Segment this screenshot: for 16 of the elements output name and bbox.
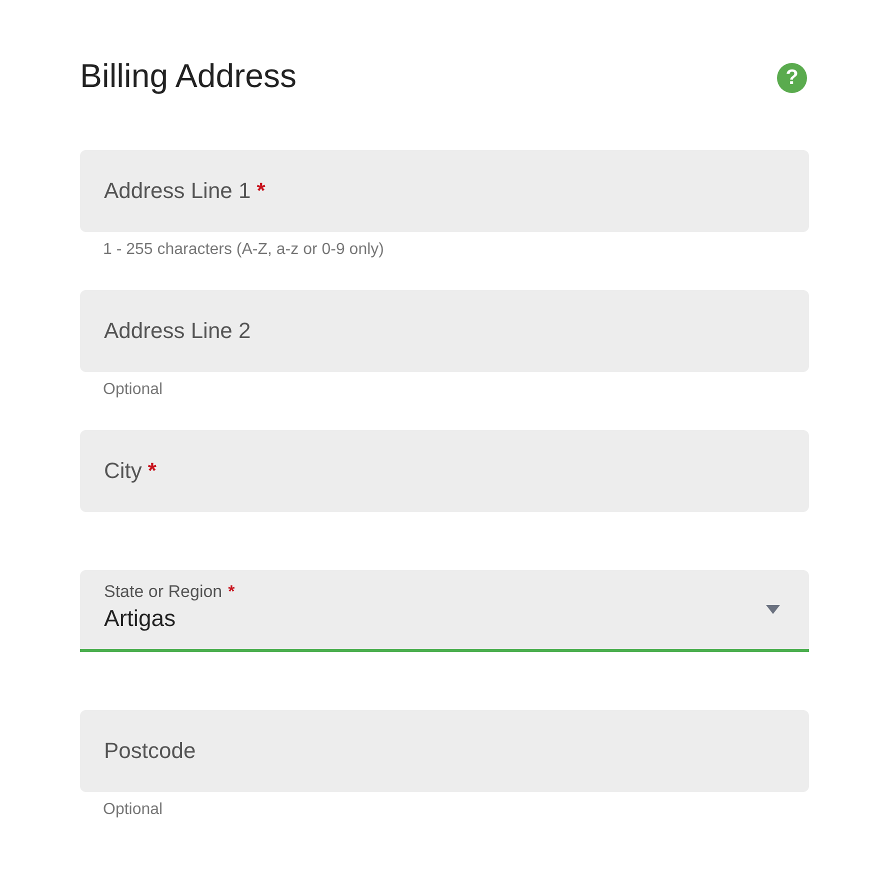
- input-field[interactable]: City *: [80, 430, 809, 512]
- field-label: City *: [104, 458, 156, 484]
- field-label: Address Line 2: [104, 318, 251, 344]
- field-hint: Optional: [103, 801, 164, 819]
- input-field[interactable]: Address Line 1 *: [80, 150, 809, 232]
- input-field[interactable]: Address Line 2: [80, 290, 809, 372]
- field-label: Postcode: [104, 738, 196, 764]
- field-label: State or Region *: [104, 582, 235, 602]
- select-field[interactable]: State or Region * Artigas: [80, 570, 809, 652]
- field-hint: Optional: [103, 381, 164, 399]
- field-hint: 1 - 255 characters (A-Z, a-z or 0-9 only): [103, 241, 385, 259]
- selected-value: Artigas: [104, 604, 177, 632]
- page-title: Billing Address: [80, 56, 296, 96]
- caret-icon: [766, 605, 780, 614]
- input-field[interactable]: Postcode: [80, 710, 809, 792]
- field-label: Address Line 1 *: [104, 178, 266, 204]
